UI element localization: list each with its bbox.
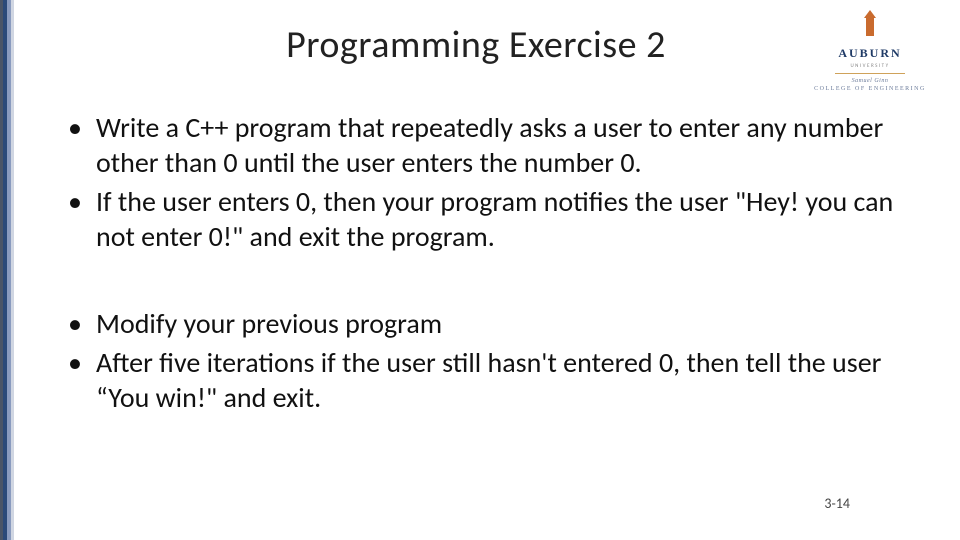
bullet-item: If the user enters 0, then your program … [62, 184, 930, 254]
bullet-item: Write a C++ program that repeatedly asks… [62, 110, 930, 180]
logo-wordmark: AUBURN [838, 46, 901, 61]
spacer [62, 258, 930, 306]
auburn-logo: AUBURN UNIVERSITY Samuel Ginn COLLEGE OF… [810, 16, 930, 92]
bullet-list-2: Modify your previous program After five … [62, 306, 930, 415]
left-accent-rail [0, 0, 14, 540]
slide-title: Programming Exercise 2 [62, 22, 810, 68]
bullet-item: Modify your previous program [62, 306, 930, 341]
bullet-list: Write a C++ program that repeatedly asks… [62, 110, 930, 254]
logo-divider [835, 73, 905, 74]
logo-subtext-college: COLLEGE OF ENGINEERING [814, 86, 926, 92]
title-row: Programming Exercise 2 AUBURN UNIVERSITY… [62, 22, 930, 92]
logo-subtext-university: UNIVERSITY [850, 63, 889, 69]
page-number: 3-14 [824, 495, 850, 512]
tower-icon [861, 16, 879, 44]
slide-body: Programming Exercise 2 AUBURN UNIVERSITY… [14, 0, 960, 540]
logo-subtext-ginn: Samuel Ginn [852, 78, 889, 84]
bullet-item: After five iterations if the user still … [62, 345, 930, 415]
